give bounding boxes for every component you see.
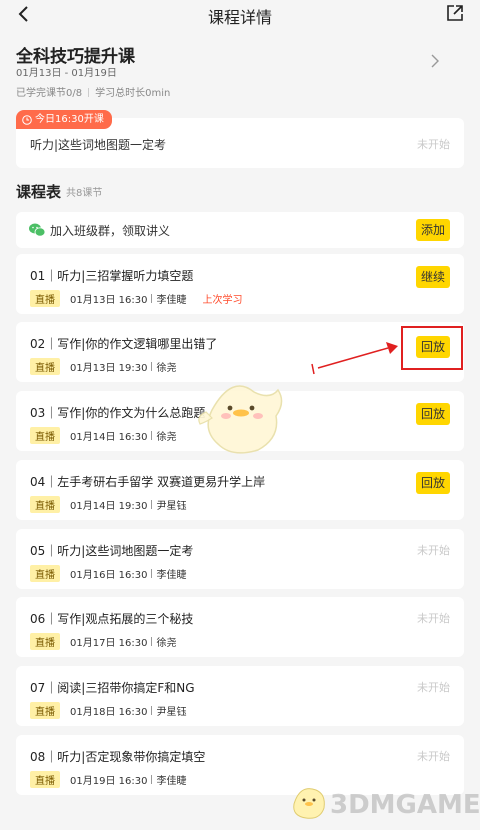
lesson-teacher: 尹星钰 bbox=[156, 707, 187, 718]
lesson-teacher: 李佳睫 bbox=[156, 570, 187, 581]
lesson-date: 01月14日 19:30 bbox=[70, 501, 148, 512]
live-badge: 直播 bbox=[30, 290, 60, 307]
lesson-meta: 直播 01月13日 19:30 徐尧 bbox=[30, 358, 176, 375]
lesson-title: 01｜听力|三招掌握听力填空题 bbox=[30, 269, 194, 283]
lesson-date: 01月13日 16:30 bbox=[70, 295, 148, 306]
live-badge: 直播 bbox=[30, 358, 60, 375]
lesson-date: 01月18日 16:30 bbox=[70, 707, 148, 718]
lesson-status: 未开始 bbox=[417, 681, 450, 694]
lesson-date: 01月17日 16:30 bbox=[70, 638, 148, 649]
watermark-mascot-icon bbox=[293, 788, 325, 819]
continue-button[interactable]: 继续 bbox=[416, 266, 450, 288]
lesson-teacher: 徐尧 bbox=[156, 363, 177, 374]
lesson-title: 06｜写作|观点拓展的三个秘技 bbox=[30, 612, 194, 626]
schedule-title: 课程表 bbox=[16, 183, 62, 201]
join-group-text: 加入班级群，领取讲义 bbox=[50, 224, 171, 238]
lesson-title: 07｜阅读|三招带你搞定F和NG bbox=[30, 681, 195, 695]
lesson-meta: 直播 01月19日 16:30 李佳睫 bbox=[30, 771, 186, 788]
join-group-card[interactable]: 加入班级群，领取讲义 添加 bbox=[16, 212, 464, 248]
live-badge: 直播 bbox=[30, 565, 60, 582]
lesson-status: 未开始 bbox=[417, 612, 450, 625]
course-dates: 01月13日 - 01月19日 bbox=[16, 68, 117, 79]
lesson-title: 05｜听力|这些词地图题一定考 bbox=[30, 544, 194, 558]
add-group-button[interactable]: 添加 bbox=[416, 219, 450, 241]
lesson-teacher: 李佳睫 bbox=[156, 776, 187, 787]
live-badge: 直播 bbox=[30, 633, 60, 650]
annotation-arrow bbox=[311, 342, 398, 375]
lesson-meta: 直播 01月14日 19:30 尹星钰 bbox=[30, 496, 186, 513]
lesson-title: 03｜写作|你的作文为什么总跑题 bbox=[30, 406, 206, 420]
chevron-right-icon[interactable] bbox=[430, 54, 440, 68]
today-lesson-status: 未开始 bbox=[417, 138, 450, 151]
lesson-date: 01月19日 16:30 bbox=[70, 776, 148, 787]
lesson-card[interactable]: 06｜写作|观点拓展的三个秘技 直播 01月17日 16:30 徐尧 未开始 bbox=[16, 597, 464, 657]
total-study-time: 学习总时长0min bbox=[95, 88, 171, 99]
lesson-teacher: 尹星钰 bbox=[156, 501, 187, 512]
live-badge: 直播 bbox=[30, 702, 60, 719]
mascot-image bbox=[198, 385, 283, 454]
replay-button[interactable]: 回放 bbox=[416, 403, 450, 425]
course-header[interactable]: 全科技巧提升课 01月13日 - 01月19日 已学完课节0/8 学习总时长0mi… bbox=[0, 38, 480, 99]
live-badge: 直播 bbox=[30, 427, 60, 444]
lesson-teacher: 李佳睫 bbox=[156, 295, 187, 306]
today-badge-label: 今日16:30开课 bbox=[35, 114, 104, 125]
lesson-date: 01月16日 16:30 bbox=[70, 570, 148, 581]
watermark-text: 3DMGAME bbox=[330, 790, 480, 820]
lesson-meta: 直播 01月13日 16:30 李佳睫 上次学习 bbox=[30, 290, 242, 307]
lesson-meta: 直播 01月17日 16:30 徐尧 bbox=[30, 633, 176, 650]
lesson-title: 02｜写作|你的作文逻辑哪里出错了 bbox=[30, 337, 218, 351]
schedule-count: 共8课节 bbox=[66, 188, 103, 199]
share-icon[interactable] bbox=[446, 4, 464, 22]
wechat-icon bbox=[29, 223, 46, 237]
highlight-box bbox=[401, 326, 463, 370]
lesson-status: 未开始 bbox=[417, 750, 450, 763]
lesson-meta: 直播 01月16日 16:30 李佳睫 bbox=[30, 565, 186, 582]
live-badge: 直播 bbox=[30, 496, 60, 513]
today-badge: 今日16:30开课 bbox=[16, 110, 112, 129]
lesson-card[interactable]: 01｜听力|三招掌握听力填空题 直播 01月13日 16:30 李佳睫 上次学习 … bbox=[16, 254, 464, 314]
watermark: 3DMGAME bbox=[286, 780, 480, 824]
lesson-card[interactable]: 04｜左手考研右手留学 双赛道更易升学上岸 直播 01月14日 19:30 尹星钰… bbox=[16, 460, 464, 520]
course-stats: 已学完课节0/8 学习总时长0min bbox=[16, 84, 170, 99]
page-title: 课程详情 bbox=[207, 8, 272, 27]
replay-button[interactable]: 回放 bbox=[416, 472, 450, 494]
last-studied-label: 上次学习 bbox=[202, 295, 243, 306]
lesson-status: 未开始 bbox=[417, 544, 450, 557]
lesson-card[interactable]: 05｜听力|这些词地图题一定考 直播 01月16日 16:30 李佳睫 未开始 bbox=[16, 529, 464, 589]
lesson-card[interactable]: 07｜阅读|三招带你搞定F和NG 直播 01月18日 16:30 尹星钰 未开始 bbox=[16, 666, 464, 726]
clock-icon bbox=[22, 114, 32, 125]
lesson-date: 01月14日 16:30 bbox=[70, 432, 148, 443]
lesson-teacher: 徐尧 bbox=[156, 432, 177, 443]
lesson-meta: 直播 01月14日 16:30 徐尧 bbox=[30, 427, 176, 444]
live-badge: 直播 bbox=[30, 771, 60, 788]
completed-count: 已学完课节0/8 bbox=[16, 88, 83, 99]
top-bar: 课程详情 bbox=[0, 0, 480, 30]
lesson-title: 08｜听力|否定现象带你搞定填空 bbox=[30, 750, 206, 764]
lesson-title: 04｜左手考研右手留学 双赛道更易升学上岸 bbox=[30, 475, 266, 489]
today-lesson-title: 听力|这些词地图题一定考 bbox=[30, 138, 167, 152]
lesson-date: 01月13日 19:30 bbox=[70, 363, 148, 374]
lesson-teacher: 徐尧 bbox=[156, 638, 177, 649]
lesson-meta: 直播 01月18日 16:30 尹星钰 bbox=[30, 702, 186, 719]
